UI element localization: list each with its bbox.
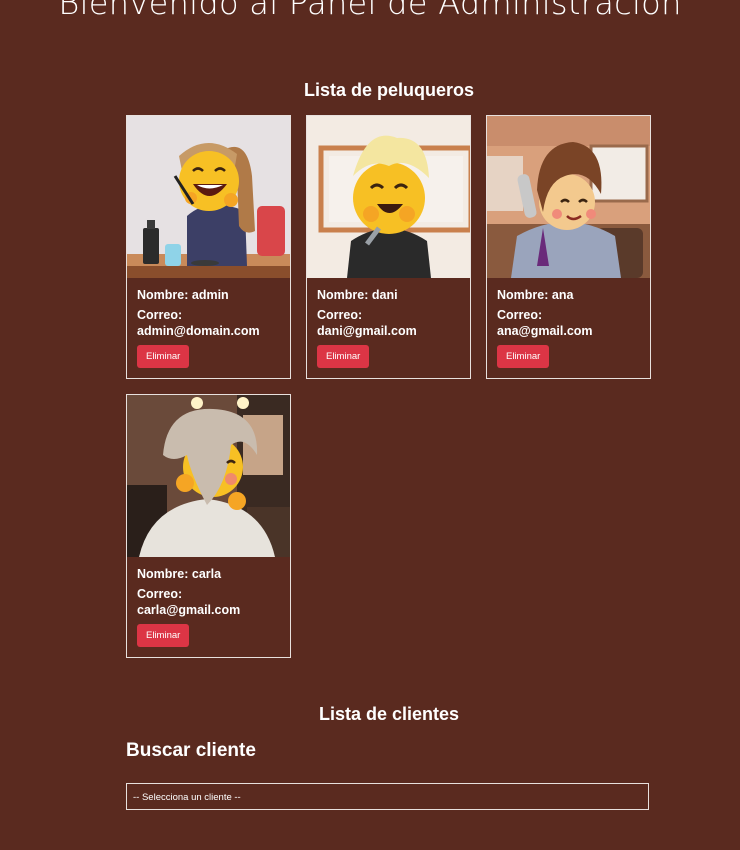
page-title: Bienvenido al Panel de Administración <box>58 0 682 22</box>
search-client-title: Buscar cliente <box>126 740 256 761</box>
barber-name: Nombre: ana <box>497 288 574 302</box>
delete-barber-button[interactable]: Eliminar <box>317 345 370 368</box>
client-select-value: -- Selecciona un cliente -- <box>133 792 241 803</box>
barber-email: Correo: ana@gmail.com <box>497 308 593 338</box>
barber-card: Nombre: ana Correo: ana@gmail.com Elimin… <box>486 115 651 379</box>
barber-photo <box>487 116 650 278</box>
barber-email: Correo: carla@gmail.com <box>137 587 241 617</box>
barber-email: Correo: dani@gmail.com <box>317 308 417 338</box>
barbers-section-title: Lista de peluqueros <box>303 80 475 100</box>
delete-barber-button[interactable]: Eliminar <box>137 345 190 368</box>
barber-email: Correo: admin@domain.com <box>137 308 260 338</box>
barber-card: Nombre: dani Correo: dani@gmail.com Elim… <box>306 115 471 379</box>
delete-barber-button[interactable]: Eliminar <box>137 624 190 647</box>
barber-name: Nombre: admin <box>137 288 229 302</box>
barber-card: Nombre: admin Correo: admin@domain.com E… <box>126 115 291 379</box>
clients-section-title: Lista de clientes <box>318 704 460 724</box>
delete-barber-button[interactable]: Eliminar <box>497 345 550 368</box>
barber-photo <box>127 116 290 278</box>
barber-card: Nombre: carla Correo: carla@gmail.com El… <box>126 394 291 658</box>
barber-name: Nombre: dani <box>317 288 398 302</box>
client-select[interactable]: -- Selecciona un cliente -- <box>126 783 649 810</box>
barber-photo <box>127 395 290 557</box>
barber-photo <box>307 116 470 278</box>
barber-name: Nombre: carla <box>137 567 222 581</box>
